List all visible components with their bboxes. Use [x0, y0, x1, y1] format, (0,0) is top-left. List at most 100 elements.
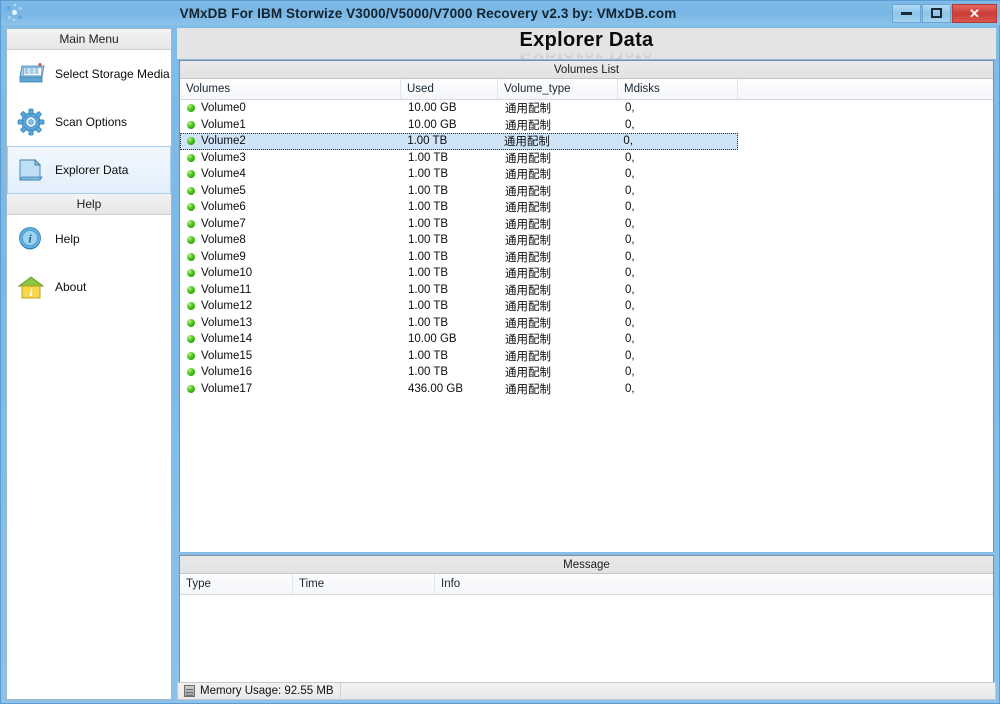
sidebar-item-explorer-data[interactable]: Explorer Data — [7, 146, 171, 194]
volumes-list-panel: Volumes List Volumes Used Volume_type Md… — [179, 60, 994, 552]
cell-mdisks: 0, — [625, 151, 635, 164]
cell-mdisks: 0, — [625, 102, 635, 115]
cell-volume: Volume10 — [181, 267, 402, 279]
table-row[interactable]: Volume17 436.00 GB 通用配制 0, — [180, 381, 993, 398]
column-header-info[interactable]: Info — [435, 574, 993, 594]
house-info-icon: i — [16, 272, 46, 302]
table-row[interactable]: Volume10 1.00 TB 通用配制 0, — [180, 265, 993, 282]
column-header-volume-type[interactable]: Volume_type — [498, 79, 618, 99]
sidebar-item-select-storage-media[interactable]: Select Storage Media — [7, 50, 171, 98]
page-title-reflection: Explorer Data — [177, 50, 996, 59]
sidebar-item-label: Explorer Data — [55, 163, 129, 177]
cell-volume-type: 通用配制 — [505, 334, 551, 347]
cell-volume: Volume1 — [181, 119, 402, 131]
volumes-grid-body[interactable]: Volume0 10.00 GB 通用配制 0, Volume1 10.00 GB 通用配制… — [180, 100, 993, 552]
cell-volume: Volume13 — [181, 317, 402, 329]
maximize-button[interactable] — [922, 3, 951, 23]
message-grid-header: Type Time Info — [180, 574, 993, 595]
table-row[interactable]: Volume11 1.00 TB 通用配制 0, — [180, 282, 993, 299]
cell-used: 1.00 TB — [408, 184, 449, 197]
info-circle-icon: i — [16, 224, 46, 254]
table-row[interactable]: Volume4 1.00 TB 通用配制 0, — [180, 166, 993, 183]
cell-used: 10.00 GB — [408, 102, 457, 115]
volume-name: Volume17 — [201, 382, 253, 395]
cell-used: 1.00 TB — [408, 217, 449, 230]
status-led-icon — [187, 153, 195, 162]
cell-used: 1.00 TB — [408, 349, 449, 362]
status-led-icon — [187, 351, 195, 360]
cell-volume: Volume8 — [181, 234, 402, 246]
cell-volume: Volume12 — [181, 300, 402, 312]
window-controls: ✕ — [892, 3, 997, 23]
table-row[interactable]: Volume1 10.00 GB 通用配制 0, — [180, 117, 993, 134]
cell-volume-type: 通用配制 — [505, 350, 551, 363]
message-panel-caption: Message — [180, 556, 993, 574]
molecule-icon — [6, 4, 24, 22]
sidebar-item-label: Scan Options — [55, 115, 128, 129]
table-row[interactable]: Volume0 10.00 GB 通用配制 0, — [180, 100, 993, 117]
memory-usage-label: Memory Usage: 92.55 MB — [200, 685, 334, 697]
table-row[interactable]: Volume5 1.00 TB 通用配制 0, — [180, 183, 993, 200]
cell-used: 436.00 GB — [408, 382, 463, 395]
table-row[interactable]: Volume2 1.00 TB 通用配制 0, — [180, 133, 738, 150]
column-header-used[interactable]: Used — [401, 79, 498, 99]
table-row[interactable]: Volume16 1.00 TB 通用配制 0, — [180, 364, 993, 381]
close-button[interactable]: ✕ — [952, 3, 997, 23]
minimize-button[interactable] — [892, 3, 921, 23]
volume-name: Volume8 — [201, 234, 246, 247]
column-header-mdisks[interactable]: Mdisks — [618, 79, 738, 99]
status-led-icon — [187, 269, 195, 278]
cell-volume-type: 通用配制 — [505, 284, 551, 297]
cell-used: 1.00 TB — [408, 250, 449, 263]
column-header-time[interactable]: Time — [293, 574, 435, 594]
close-icon: ✕ — [969, 5, 980, 21]
volume-name: Volume6 — [201, 201, 246, 214]
status-led-icon — [187, 236, 195, 245]
column-header-blank[interactable] — [738, 79, 993, 99]
storage-media-icon — [16, 59, 46, 89]
cell-volume-type: 通用配制 — [503, 136, 550, 149]
volume-name: Volume7 — [201, 217, 246, 230]
sidebar-item-scan-options[interactable]: Scan Options — [7, 98, 171, 146]
main-content: Explorer Data Explorer Data Volumes List… — [177, 28, 996, 700]
application-window: VMxDB For IBM Storwize V3000/V5000/V7000… — [0, 0, 1000, 704]
volume-name: Volume12 — [201, 300, 253, 313]
volume-name: Volume3 — [201, 151, 246, 164]
table-row[interactable]: Volume13 1.00 TB 通用配制 0, — [180, 315, 993, 332]
memory-usage-status: Memory Usage: 92.55 MB — [178, 683, 341, 699]
table-row[interactable]: Volume6 1.00 TB 通用配制 0, — [180, 199, 993, 216]
cell-volume-type: 通用配制 — [505, 202, 551, 215]
sidebar-item-label: About — [55, 280, 87, 294]
volume-name: Volume9 — [201, 250, 246, 263]
table-row[interactable]: Volume15 1.00 TB 通用配制 0, — [180, 348, 993, 365]
cell-mdisks: 0, — [625, 366, 635, 379]
table-row[interactable]: Volume8 1.00 TB 通用配制 0, — [180, 232, 993, 249]
column-header-type[interactable]: Type — [180, 574, 293, 594]
cell-volume: Volume3 — [181, 152, 402, 164]
gear-icon — [16, 107, 46, 137]
table-row[interactable]: Volume14 10.00 GB 通用配制 0, — [180, 331, 993, 348]
status-led-icon — [187, 170, 195, 179]
sidebar-item-help[interactable]: i Help — [7, 215, 171, 263]
cell-volume-type: 通用配制 — [505, 169, 551, 182]
cell-volume-type: 通用配制 — [505, 185, 551, 198]
status-led-icon — [187, 186, 195, 195]
table-row[interactable]: Volume3 1.00 TB 通用配制 0, — [180, 150, 993, 167]
volume-name: Volume11 — [201, 283, 252, 296]
cell-volume: Volume7 — [181, 218, 402, 230]
cell-volume-type: 通用配制 — [505, 152, 551, 165]
table-row[interactable]: Volume7 1.00 TB 通用配制 0, — [180, 216, 993, 233]
column-header-volumes[interactable]: Volumes — [180, 79, 401, 99]
volume-name: Volume2 — [201, 135, 246, 148]
volume-name: Volume5 — [201, 184, 246, 197]
cell-used: 1.00 TB — [408, 151, 449, 164]
table-row[interactable]: Volume9 1.00 TB 通用配制 0, — [180, 249, 993, 266]
cell-mdisks: 0, — [623, 135, 634, 148]
cell-volume: Volume17 — [181, 383, 402, 395]
volume-name: Volume1 — [201, 118, 246, 131]
cell-used: 1.00 TB — [408, 201, 449, 214]
sidebar-item-about[interactable]: i About — [7, 263, 171, 311]
cell-volume-type: 通用配制 — [505, 251, 551, 264]
cell-mdisks: 0, — [625, 283, 635, 296]
table-row[interactable]: Volume12 1.00 TB 通用配制 0, — [180, 298, 993, 315]
